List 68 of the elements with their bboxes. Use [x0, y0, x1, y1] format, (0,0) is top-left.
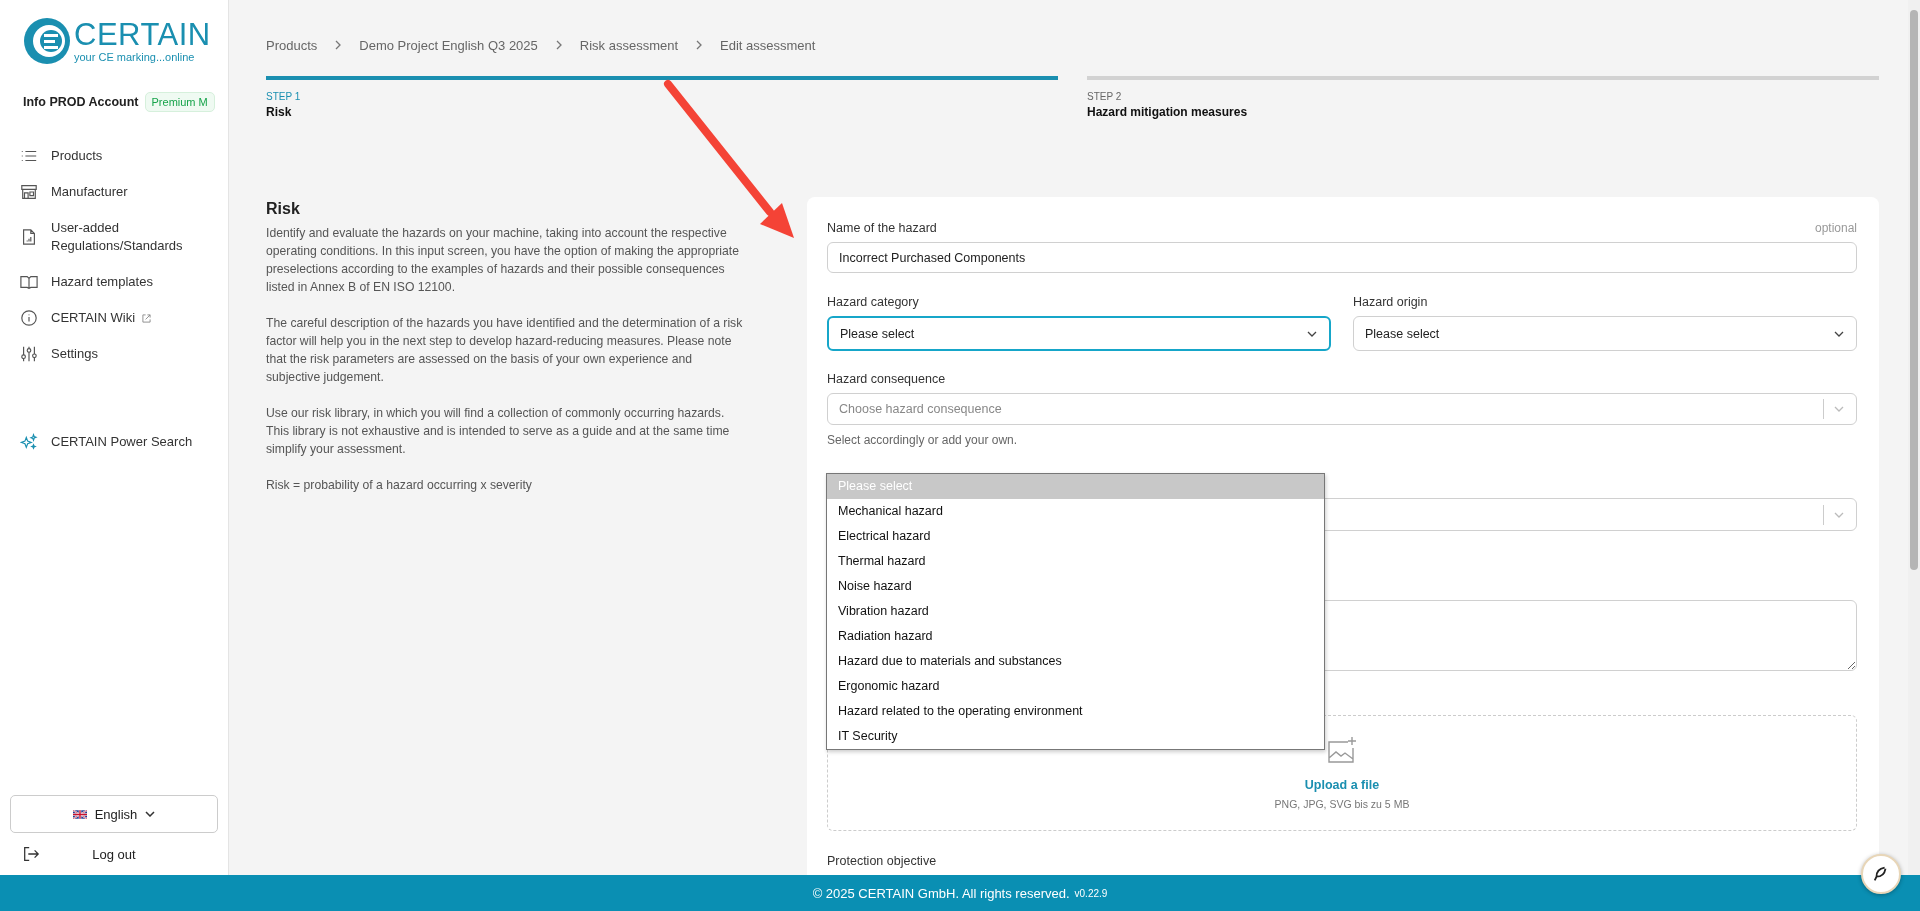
- chevron-down-icon: [1834, 406, 1844, 413]
- document-chart-icon: [20, 228, 38, 246]
- sliders-icon: [20, 345, 38, 363]
- scrollbar[interactable]: [1908, 0, 1920, 875]
- version-text: v0.22.9: [1074, 887, 1108, 899]
- chevron-right-icon: [555, 40, 562, 50]
- upload-link[interactable]: Upload a file: [1304, 777, 1380, 792]
- nav-item[interactable]: Hazard templates: [10, 264, 218, 300]
- section-title: Risk: [266, 200, 301, 218]
- logo-tagline: your CE marking...online: [74, 51, 196, 63]
- chevron-down-icon: [1307, 330, 1317, 337]
- info-icon: [20, 309, 38, 327]
- chevron-right-icon: [696, 40, 703, 50]
- shop-icon: [20, 183, 38, 201]
- chevron-down-icon: [1834, 330, 1844, 337]
- breadcrumb-link[interactable]: Risk assessment: [579, 37, 679, 53]
- description-paragraph: Use our risk library, in which you will find a collection of commonly occurring hazards. This library is not exhaustive and is intended to serve as a guide and at the same time simplify your assessment.: [266, 405, 731, 458]
- logout-icon[interactable]: [22, 845, 40, 863]
- nav-item[interactable]: Products: [10, 138, 218, 174]
- chevron-down-icon: [1834, 511, 1844, 518]
- sparkles-icon: [20, 433, 38, 451]
- hazard-name-field[interactable]: Incorrect Purchased Components: [827, 242, 1857, 274]
- field-label: Hazard origin: [1353, 295, 1429, 310]
- field-label: Hazard consequence: [827, 372, 947, 387]
- logo-icon: [22, 16, 72, 66]
- nav-item[interactable]: User-added Regulations/Standards: [10, 210, 218, 264]
- dropdown-option[interactable]: Radiation hazard: [827, 624, 1324, 649]
- dropdown-option[interactable]: Electrical hazard: [827, 524, 1324, 549]
- field-label: Name of the hazard: [827, 221, 937, 235]
- dropdown-option[interactable]: IT Security: [827, 724, 1324, 749]
- description-paragraph: Risk = probability of a hazard occurring x severity: [266, 477, 533, 494]
- nav-item[interactable]: CERTAIN Wiki: [10, 300, 218, 336]
- chevron-down-icon: [145, 811, 156, 817]
- plan-badge: Premium M: [144, 92, 215, 112]
- breadcrumb-link[interactable]: Edit assessment: [720, 37, 816, 53]
- description-paragraph: The careful description of the hazards you have identified and the determination of a risk factor will help you in the next step to develop hazard-reducing measures. Please note that the risk parameters are assessed on the basis of your own experience and subjective judgement.: [266, 315, 744, 386]
- external-link-icon: [142, 313, 152, 323]
- nav-item[interactable]: Manufacturer: [10, 174, 218, 210]
- breadcrumb-link[interactable]: Products: [266, 37, 318, 53]
- breadcrumb-link[interactable]: Demo Project English Q3 2025: [359, 37, 538, 53]
- chevron-right-icon: [335, 40, 342, 50]
- dropdown-option[interactable]: Noise hazard: [827, 574, 1324, 599]
- account-name: Info PROD Account: [23, 95, 139, 109]
- step-tab[interactable]: STEP 1 Risk: [266, 76, 1058, 119]
- field-label: Hazard category: [827, 295, 920, 310]
- nav-item[interactable]: Settings: [10, 336, 218, 372]
- optional-hint: optional: [1814, 221, 1857, 237]
- dropdown-option[interactable]: Mechanical hazard: [827, 499, 1324, 524]
- dropdown-option[interactable]: Thermal hazard: [827, 549, 1324, 574]
- image-add-icon: [1326, 735, 1358, 766]
- logo-wordmark: CERTAIN: [74, 19, 211, 51]
- category-select[interactable]: Please select: [827, 316, 1331, 352]
- power-search-link[interactable]: CERTAIN Power Search: [10, 424, 218, 460]
- description-paragraph: Identify and evaluate the hazards on your machine, taking into account the respective operating conditions. In this input screen, you have the option of making the appropriate preselections according to the examples of hazards and their possible consequences listed in Annex B of EN ISO 12100.: [266, 225, 740, 296]
- consequence-select[interactable]: Choose hazard consequence: [827, 393, 1857, 426]
- book-icon: [20, 273, 38, 291]
- logout-link[interactable]: Log out: [40, 846, 188, 862]
- dropdown-option[interactable]: Ergonomic hazard: [827, 674, 1324, 699]
- flag-icon: [72, 809, 87, 819]
- origin-select[interactable]: Please select: [1353, 316, 1857, 352]
- helper-text: Select accordingly or add your own.: [827, 433, 1019, 448]
- step-tab[interactable]: STEP 2 Hazard mitigation measures: [1087, 76, 1879, 119]
- language-select[interactable]: English: [10, 795, 218, 833]
- dropdown-option[interactable]: Hazard due to materials and substances: [827, 649, 1324, 674]
- dropdown-option[interactable]: Vibration hazard: [827, 599, 1324, 624]
- upload-note: PNG, JPG, SVG bis zu 5 MB: [1274, 797, 1410, 810]
- copyright-text: © 2025 CERTAIN GmbH. All rights reserved.: [812, 885, 1070, 901]
- field-label: Protection objective: [827, 854, 938, 868]
